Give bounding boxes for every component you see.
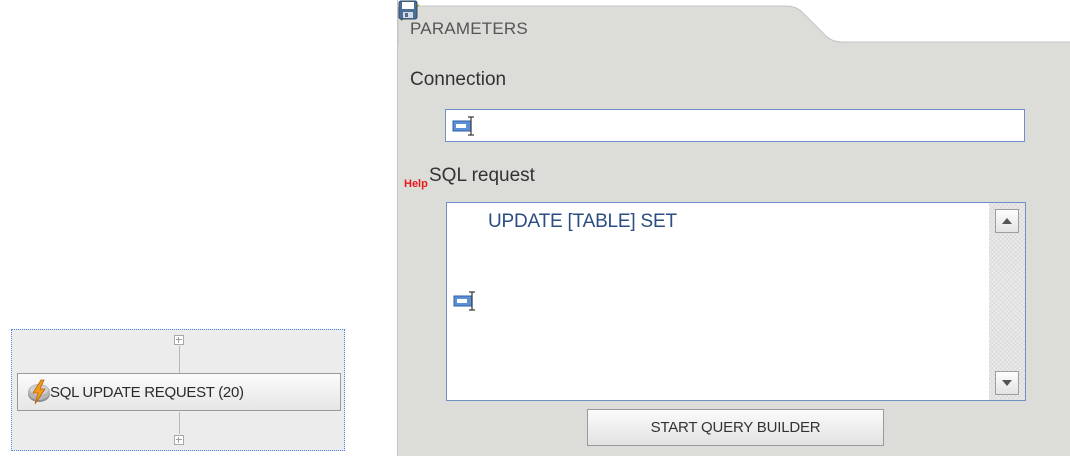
- connector-line: [179, 412, 180, 434]
- expand-bottom-icon[interactable]: [174, 435, 184, 445]
- text-caret-icon: [453, 291, 475, 311]
- workflow-node-selection[interactable]: SQL UPDATE REQUEST (20): [11, 329, 345, 451]
- connection-field[interactable]: [445, 109, 1025, 142]
- sql-request-editor[interactable]: UPDATE [TABLE] SET: [446, 202, 1026, 401]
- scroll-up-button[interactable]: [995, 209, 1019, 233]
- save-icon[interactable]: [398, 0, 418, 20]
- arrow-down-icon: [1002, 380, 1012, 386]
- sql-request-text[interactable]: UPDATE [TABLE] SET: [488, 211, 677, 233]
- sql-request-label: SQL request: [429, 165, 535, 186]
- sql-lightning-icon: [28, 379, 50, 405]
- expand-top-icon[interactable]: [174, 335, 184, 345]
- node-label: SQL UPDATE REQUEST (20): [50, 383, 244, 401]
- scroll-down-button[interactable]: [995, 371, 1019, 395]
- connector-line: [179, 346, 180, 373]
- panel-title: PARAMETERS: [410, 19, 528, 38]
- parameters-panel: PARAMETERS Connection Help SQL request U…: [397, 0, 1070, 456]
- sql-update-request-node[interactable]: SQL UPDATE REQUEST (20): [17, 373, 341, 411]
- text-caret-icon: [452, 116, 474, 136]
- arrow-up-icon: [1002, 218, 1012, 224]
- vertical-scrollbar[interactable]: [989, 203, 1025, 400]
- panel-header: PARAMETERS: [398, 0, 1070, 44]
- start-query-builder-button[interactable]: START QUERY BUILDER: [587, 409, 884, 446]
- connection-label: Connection: [410, 69, 507, 90]
- help-link[interactable]: Help: [404, 178, 428, 190]
